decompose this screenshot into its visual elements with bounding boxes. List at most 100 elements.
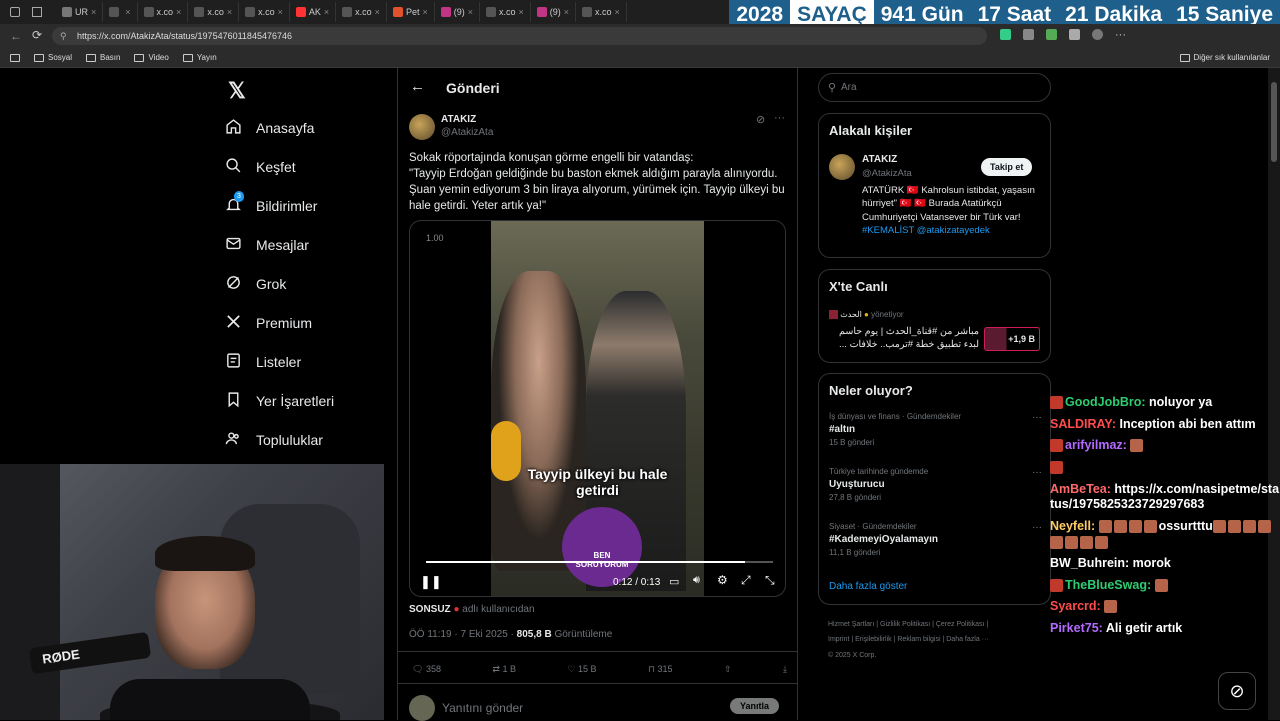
browser-tab[interactable]: ×: [103, 2, 138, 22]
extension-icon[interactable]: [1000, 29, 1011, 40]
chat-username[interactable]: arifyilmaz:: [1065, 438, 1127, 452]
reading-list-icon[interactable]: [10, 53, 20, 62]
close-tab-icon[interactable]: ×: [324, 7, 329, 17]
post-timestamp[interactable]: ÖÖ 11:19 · 7 Eki 2025 ·: [409, 629, 517, 640]
reply-submit-button[interactable]: Yanıtla: [730, 698, 780, 714]
trend-item[interactable]: İş dünyası ve finans · Gündemdekiler #alt…: [829, 412, 1042, 447]
browser-tab[interactable]: x.co ×: [576, 2, 627, 22]
chat-username[interactable]: AmBeTea:: [1050, 482, 1111, 496]
bookmark-folder[interactable]: Yayın: [182, 53, 217, 62]
browser-tab[interactable]: x.co ×: [480, 2, 531, 22]
repost-button[interactable]: ⇄ 1 B: [492, 664, 516, 675]
chat-username[interactable]: Syarcrd:: [1050, 599, 1101, 613]
bio-links[interactable]: #KEMALİST @atakizatayedek: [862, 225, 990, 236]
close-tab-icon[interactable]: ×: [615, 7, 620, 17]
trend-item[interactable]: Türkiye tarihinde gündemde Uyuşturucu 27,8…: [829, 467, 1042, 502]
scrollbar-thumb[interactable]: [1271, 82, 1277, 162]
close-tab-icon[interactable]: ×: [468, 7, 473, 17]
search-input[interactable]: Ara: [841, 82, 857, 93]
settings-icon[interactable]: ⚙: [717, 573, 728, 587]
trend-item[interactable]: Siyaset · Gündemdekiler #KademeyiOyalamay…: [829, 522, 1042, 557]
browser-tab[interactable]: (9) ×: [435, 2, 480, 22]
author-handle[interactable]: @AtakizAta: [441, 127, 493, 138]
quote-user[interactable]: SONSUZ: [409, 604, 451, 615]
close-tab-icon[interactable]: ×: [176, 7, 181, 17]
browser-tab[interactable]: x.co ×: [138, 2, 189, 22]
trend-more-icon[interactable]: ···: [1032, 467, 1042, 478]
browser-tab[interactable]: Pet ×: [387, 2, 435, 22]
bookmark-folder[interactable]: Video: [134, 53, 169, 62]
close-tab-icon[interactable]: ×: [422, 7, 427, 17]
nav-item-3[interactable]: Mesajlar: [225, 225, 395, 264]
nav-item-0[interactable]: Anasayfa: [225, 108, 395, 147]
back-arrow-icon[interactable]: ←: [410, 78, 425, 95]
volume-icon[interactable]: 🔊︎: [693, 574, 700, 587]
reload-icon[interactable]: ⟳: [32, 28, 42, 42]
browser-tab[interactable]: (9) ×: [531, 2, 577, 22]
chat-username[interactable]: BW_Buhrein:: [1050, 556, 1129, 570]
chat-username[interactable]: Pirket75:: [1050, 621, 1103, 635]
avatar[interactable]: [829, 154, 855, 180]
close-tab-icon[interactable]: ×: [278, 7, 283, 17]
chat-username[interactable]: Neyfell:: [1050, 519, 1095, 533]
nav-item-6[interactable]: Listeler: [225, 342, 395, 381]
close-tab-icon[interactable]: ×: [125, 7, 130, 17]
pause-icon[interactable]: ❚❚: [420, 574, 442, 590]
browser-tab[interactable]: UR ×: [56, 2, 104, 22]
close-tab-icon[interactable]: ×: [375, 7, 380, 17]
bookmark-button[interactable]: ⊓ 315: [648, 664, 673, 675]
close-tab-icon[interactable]: ×: [564, 7, 569, 17]
more-icon[interactable]: ···: [774, 112, 785, 124]
nav-item-8[interactable]: Topluluklar: [225, 420, 395, 459]
nav-item-5[interactable]: Premium: [225, 303, 395, 342]
share-icon[interactable]: ⇧: [724, 664, 732, 675]
profile-avatar-icon[interactable]: [1092, 29, 1103, 40]
captions-icon[interactable]: ▭: [669, 575, 679, 588]
live-text[interactable]: مباشر من #قناة_الحدث | يوم حاسم لبدء تطب…: [829, 326, 979, 352]
browser-tab[interactable]: AK ×: [290, 2, 337, 22]
pip-icon[interactable]: ⤢: [741, 573, 751, 588]
url-field[interactable]: ⚲ https://x.com/AtakizAta/status/1975476…: [52, 27, 987, 45]
bookmark-folder[interactable]: Basın: [86, 53, 120, 62]
download-icon[interactable]: ⤓: [783, 664, 787, 675]
extension-icon[interactable]: [1069, 29, 1080, 40]
chat-username[interactable]: SALDIRAY:: [1050, 417, 1116, 431]
reply-button[interactable]: 🗨︎ 358: [412, 664, 441, 675]
search-box[interactable]: ⚲ Ara: [818, 73, 1051, 102]
other-bookmarks[interactable]: Diğer sık kullanılanlar: [1179, 53, 1270, 62]
nav-item-4[interactable]: Grok: [225, 264, 395, 303]
fullscreen-icon[interactable]: ⤡: [765, 573, 775, 588]
tab-actions-icon[interactable]: [32, 7, 42, 17]
nav-item-2[interactable]: 3 Bildirimler: [225, 186, 395, 225]
live-listeners[interactable]: +1,9 B: [984, 327, 1040, 351]
browser-tab[interactable]: x.co ×: [336, 2, 387, 22]
bookmark-folder[interactable]: Sosyal: [34, 53, 72, 62]
trend-more-icon[interactable]: ···: [1032, 522, 1042, 533]
video-progress-track[interactable]: [426, 561, 773, 563]
chat-username[interactable]: TheBlueSwag:: [1065, 578, 1151, 592]
back-icon[interactable]: ←: [10, 29, 22, 43]
browser-tab[interactable]: x.co ×: [188, 2, 240, 22]
follow-button[interactable]: Takip et: [981, 158, 1033, 176]
close-tab-icon[interactable]: ×: [91, 7, 96, 17]
chat-username[interactable]: GoodJobBro:: [1065, 395, 1146, 409]
like-button[interactable]: ♡ 15 B: [567, 664, 596, 675]
grok-button[interactable]: ⊘: [1218, 672, 1256, 710]
trend-more-icon[interactable]: ···: [1032, 412, 1042, 423]
browser-tab[interactable]: x.co ×: [239, 2, 290, 22]
extension-icon[interactable]: [1046, 29, 1057, 40]
close-tab-icon[interactable]: ×: [227, 7, 232, 17]
extension-icon[interactable]: [1023, 29, 1034, 40]
reply-input[interactable]: Yanıtını gönder: [442, 701, 523, 715]
x-logo-icon[interactable]: 𝕏: [228, 78, 246, 104]
nav-item-1[interactable]: Keşfet: [225, 147, 395, 186]
close-tab-icon[interactable]: ×: [519, 7, 524, 17]
nav-item-7[interactable]: Yer İşaretleri: [225, 381, 395, 420]
window-controls[interactable]: [0, 7, 56, 17]
site-info-icon[interactable]: ⚲: [60, 27, 67, 45]
show-more-link[interactable]: Daha fazla göster: [829, 581, 907, 592]
author-name[interactable]: ATAKIZ: [441, 114, 476, 125]
video-player[interactable]: 1.00 Tayyip ülkeyi bu hale getirdi BEN S…: [409, 220, 786, 597]
related-name[interactable]: ATAKIZ: [862, 154, 897, 165]
more-menu-icon[interactable]: ···: [1115, 29, 1126, 41]
